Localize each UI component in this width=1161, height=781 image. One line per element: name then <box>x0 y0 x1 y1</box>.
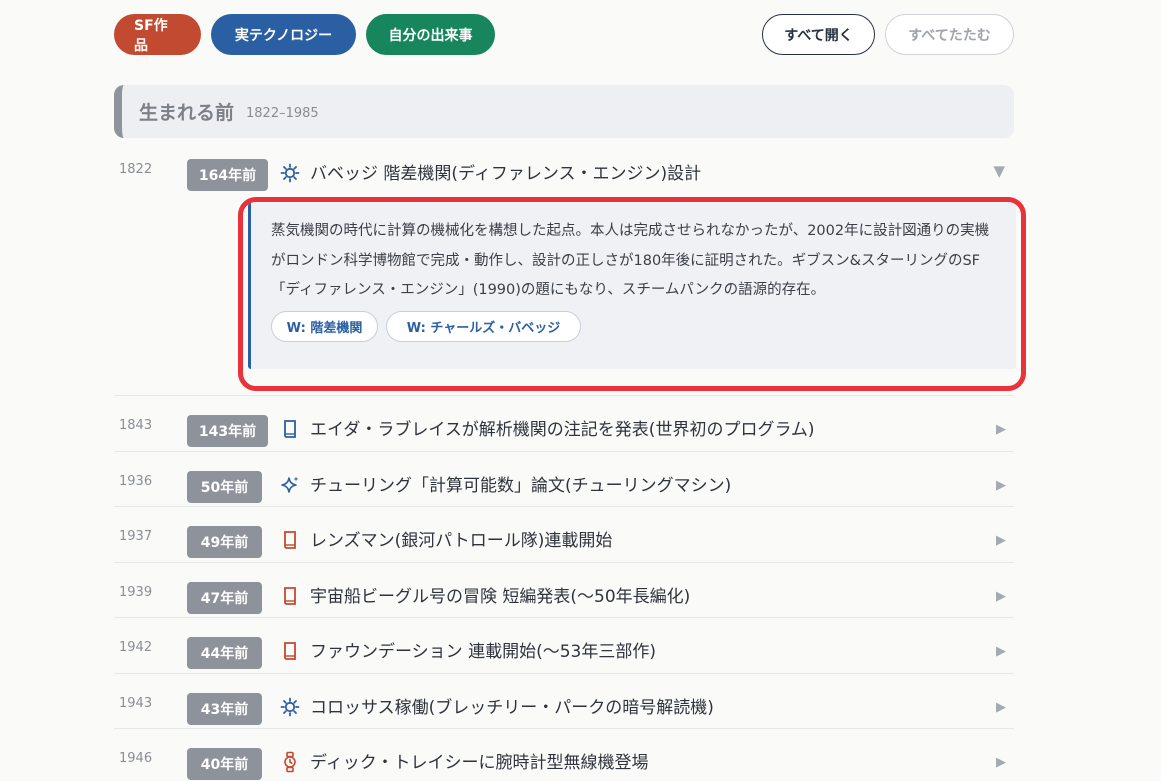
chevron-right-icon[interactable]: ▶ <box>996 755 1006 770</box>
years-ago-badge: 40年前 <box>187 748 262 780</box>
event-year: 1937 <box>119 529 153 544</box>
event-row[interactable]: 1943 43年前 コロッサス稼働(ブレッチリー・パークの暗号解読機) ▶ <box>114 674 1014 729</box>
filter-tech-button[interactable]: 実テクノロジー <box>211 14 356 55</box>
gear-icon <box>280 162 300 184</box>
event-row[interactable]: 1939 47年前 宇宙船ビーグル号の冒険 短編発表(〜50年長編化) ▶ <box>114 563 1014 618</box>
book-icon <box>280 585 300 607</box>
category-filters: SF作品 実テクノロジー 自分の出来事 <box>114 14 495 55</box>
years-ago-badge: 47年前 <box>187 581 262 614</box>
timeline-page: SF作品 実テクノロジー 自分の出来事 すべて開く すべてたたむ 生まれる前 1… <box>0 0 1161 781</box>
event-title: ディック・トレイシーに腕時計型無線機登場 <box>310 753 649 773</box>
chevron-right-icon[interactable]: ▶ <box>996 644 1006 659</box>
event-title: エイダ・ラブレイスが解析機関の注記を発表(世界初のプログラム) <box>310 420 815 440</box>
event-year: 1936 <box>119 473 153 489</box>
expand-all-button[interactable]: すべて開く <box>762 14 875 55</box>
event-title: チューリング「計算可能数」論文(チューリングマシン) <box>310 475 732 496</box>
event-year: 1939 <box>119 584 153 600</box>
watch-icon <box>280 751 300 773</box>
chevron-right-icon[interactable]: ▶ <box>996 700 1006 715</box>
event-year: 1822 <box>119 162 153 177</box>
gear-icon <box>280 696 300 718</box>
event-title: ファウンデーション 連載開始(〜53年三部作) <box>310 642 656 662</box>
event-row[interactable]: 1942 44年前 ファウンデーション 連載開始(〜53年三部作) ▶ <box>114 618 1014 674</box>
years-ago-badge: 50年前 <box>187 470 262 503</box>
event-year: 1946 <box>119 751 153 766</box>
years-ago-badge: 44年前 <box>187 637 262 669</box>
era-title: 生まれる前 <box>139 102 235 124</box>
event-year: 1843 <box>119 418 153 433</box>
wiki-links: W: 階差機関 W: チャールズ・バベッジ <box>271 310 1000 342</box>
book-icon <box>280 640 300 662</box>
chevron-right-icon[interactable]: ▶ <box>996 589 1006 604</box>
years-ago-badge: 43年前 <box>187 692 262 725</box>
era-range: 1822–1985 <box>246 105 319 121</box>
era-header[interactable]: 生まれる前 1822–1985 <box>114 85 1014 138</box>
event-title: コロッサス稼働(ブレッチリー・パークの暗号解読機) <box>310 697 714 718</box>
years-ago-badge: 49年前 <box>187 526 262 558</box>
years-ago-badge: 164年前 <box>187 159 268 191</box>
event-year: 1942 <box>119 640 153 655</box>
event-row[interactable]: 1936 50年前 チューリング「計算可能数」論文(チューリングマシン) ▶ <box>114 452 1014 507</box>
book-icon <box>280 418 300 440</box>
chevron-right-icon[interactable]: ▶ <box>996 533 1006 548</box>
chevron-right-icon[interactable]: ▶ <box>996 478 1006 493</box>
event-title: バベッジ 階差機関(ディファレンス・エンジン)設計 <box>310 164 702 184</box>
event-row[interactable]: 1822 164年前 バベッジ 階差機関(ディファレンス・エンジン)設計 ▼ 蒸… <box>114 140 1026 396</box>
expand-controls: すべて開く すべてたたむ <box>762 14 1014 55</box>
event-row[interactable]: 1937 49年前 レンズマン(銀河パトロール隊)連載開始 ▶ <box>114 507 1014 563</box>
years-ago-badge: 143年前 <box>187 415 268 447</box>
event-row[interactable]: 1843 143年前 エイダ・ラブレイスが解析機関の注記を発表(世界初のプログラ… <box>114 396 1014 452</box>
chevron-right-icon[interactable]: ▶ <box>996 422 1006 437</box>
filter-self-button[interactable]: 自分の出来事 <box>366 14 495 55</box>
event-detail: 蒸気機関の時代に計算の機械化を構想した起点。本人は完成させられなかったが、200… <box>248 203 1016 369</box>
event-title: 宇宙船ビーグル号の冒険 短編発表(〜50年長編化) <box>310 586 691 607</box>
sparkle-icon <box>280 474 300 496</box>
event-year: 1943 <box>119 695 153 711</box>
collapse-all-button[interactable]: すべてたたむ <box>885 14 1014 55</box>
event-list: 1822 164年前 バベッジ 階差機関(ディファレンス・エンジン)設計 ▼ 蒸… <box>114 140 1026 781</box>
filter-sf-button[interactable]: SF作品 <box>114 14 201 55</box>
event-title: レンズマン(銀河パトロール隊)連載開始 <box>310 531 613 551</box>
wiki-link-difference-engine[interactable]: W: 階差機関 <box>271 310 378 342</box>
event-row[interactable]: 1946 40年前 ディック・トレイシーに腕時計型無線機登場 ▶ <box>114 729 1014 781</box>
wiki-link-charles-babbage[interactable]: W: チャールズ・バベッジ <box>386 310 581 342</box>
book-icon <box>280 529 300 551</box>
chevron-down-icon[interactable]: ▼ <box>993 162 1005 180</box>
event-description: 蒸気機関の時代に計算の機械化を構想した起点。本人は完成させられなかったが、200… <box>271 223 990 298</box>
